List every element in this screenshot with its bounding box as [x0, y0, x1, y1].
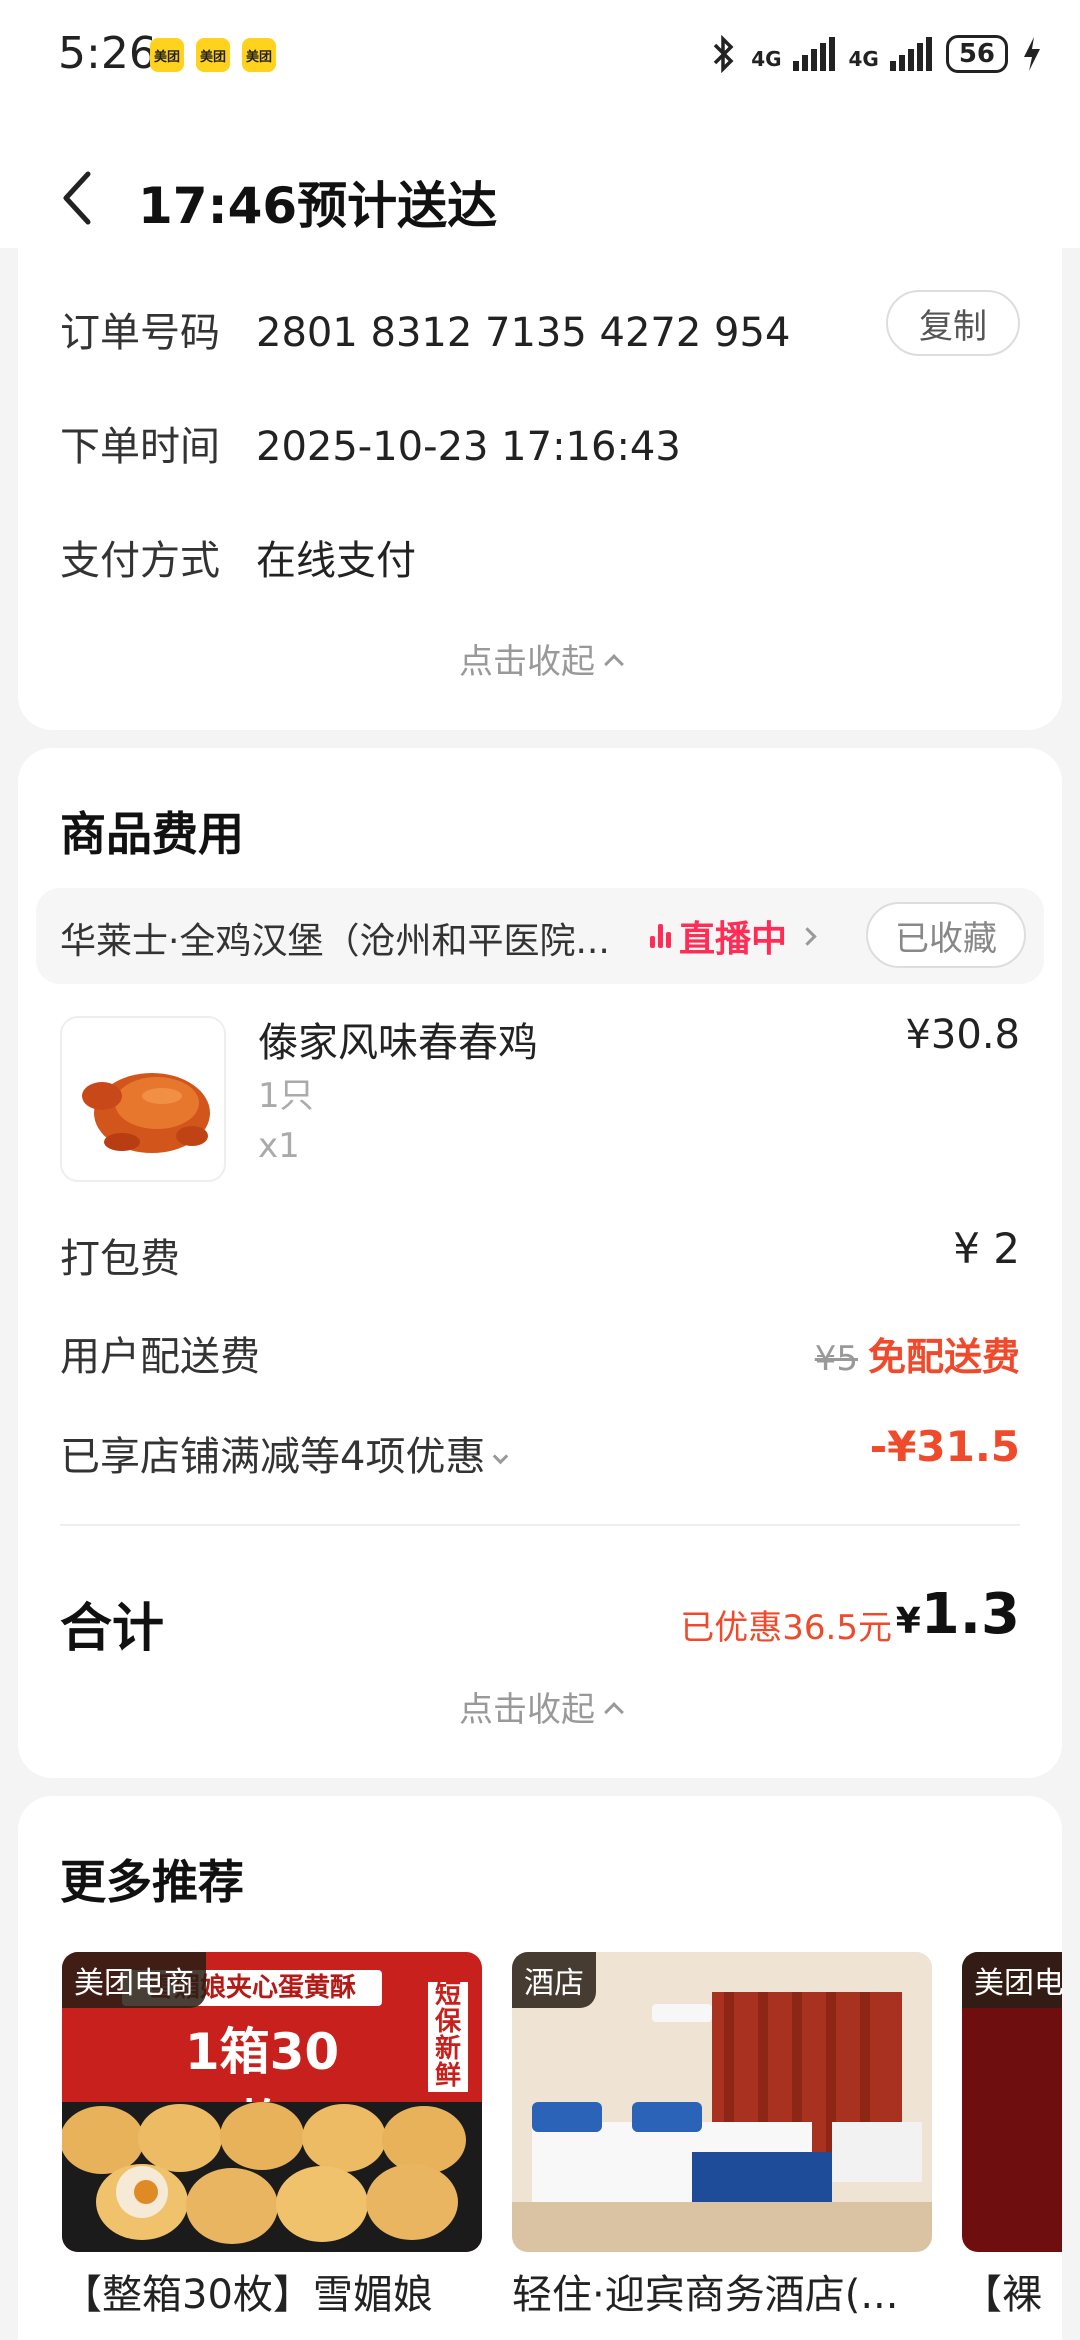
- roast-chicken-image: [82, 1073, 210, 1153]
- recommend-tag: 酒店: [512, 1952, 596, 2008]
- product-price: ¥30.8: [905, 1012, 1020, 1058]
- order-time-value: 2025-10-23 17:16:43: [256, 424, 681, 470]
- back-arrow-icon[interactable]: [58, 168, 98, 228]
- fees-section-title: 商品费用: [60, 807, 244, 861]
- signal-icon: 4G: [849, 37, 932, 71]
- payment-row: 支付方式 在线支付: [60, 528, 416, 586]
- collapse-toggle[interactable]: 点击收起: [18, 1682, 1062, 1731]
- shop-name[interactable]: 华莱士·全鸡汉堡（沧州和平医院...: [60, 912, 610, 964]
- charging-icon: [1024, 37, 1040, 71]
- order-number-label: 订单号码: [60, 310, 220, 356]
- recommend-tag: 美团电: [962, 1952, 1062, 2008]
- chevron-right-icon: [798, 926, 817, 946]
- order-time-row: 下单时间 2025-10-23 17:16:43: [60, 414, 681, 472]
- fees-card: 商品费用 华莱士·全鸡汉堡（沧州和平医院... 直播中 已收藏 傣家风味春春鸡 …: [18, 748, 1062, 1778]
- order-info-card: 订单号码 2801 8312 7135 4272 954 复制 下单时间 2025-…: [18, 210, 1062, 730]
- chevron-up-icon: [604, 654, 624, 674]
- meituan-badge-icon: 美团: [150, 38, 184, 72]
- saved-amount: 已优惠36.5元: [680, 1608, 892, 1648]
- recommend-item[interactable]: 美团电 【裸: [962, 1952, 1062, 2320]
- recommend-image[interactable]: 酒店: [512, 1952, 932, 2252]
- order-time-label: 下单时间: [60, 424, 220, 470]
- recommend-section-title: 更多推荐: [60, 1855, 244, 1909]
- recommend-title[interactable]: 轻住·迎宾商务酒店(...: [512, 2270, 932, 2320]
- delivery-original-price: ¥5: [814, 1339, 858, 1379]
- discount-label: 已享店铺满减等4项优惠: [60, 1434, 486, 1480]
- product-spec: 1只: [258, 1076, 314, 1116]
- system-icons: 4G 4G 56: [711, 32, 1042, 76]
- meituan-badge-icon: 美团: [196, 38, 230, 72]
- recommend-image[interactable]: 美团电: [962, 1952, 1062, 2252]
- recommend-image[interactable]: 雪媚娘夹心蛋黄酥 1箱30枚 短保新鲜 美团电商: [62, 1952, 482, 2252]
- recommend-item[interactable]: 雪媚娘夹心蛋黄酥 1箱30枚 短保新鲜 美团电商 【整箱30枚】雪媚娘: [62, 1952, 482, 2320]
- total-label: 合计: [60, 1599, 165, 1659]
- chevron-up-icon: [604, 1702, 624, 1722]
- payment-label: 支付方式: [60, 538, 220, 584]
- copy-button[interactable]: 复制: [886, 290, 1020, 356]
- live-bars-icon: [650, 924, 671, 948]
- meituan-badge-icon: 美团: [242, 38, 276, 72]
- recommend-card: 更多推荐 雪媚娘夹心蛋黄酥 1箱30枚 短保新鲜 美团电商 【整箱30枚: [18, 1796, 1062, 2340]
- favorited-button[interactable]: 已收藏: [866, 902, 1026, 968]
- recommend-title[interactable]: 【裸: [962, 2270, 1062, 2320]
- shop-bar[interactable]: 华莱士·全鸡汉堡（沧州和平医院... 直播中 已收藏: [36, 888, 1044, 984]
- live-indicator[interactable]: 直播中: [650, 910, 817, 962]
- product-quantity: x1: [258, 1126, 300, 1166]
- discount-value: -¥31.5: [869, 1422, 1020, 1471]
- delivery-fee-value: ¥5 免配送费: [815, 1326, 1020, 1381]
- recommend-item[interactable]: 酒店 轻住·迎宾商务酒店(...: [512, 1952, 932, 2320]
- total-amount: ¥1.3: [895, 1582, 1020, 1647]
- signal-icon: 4G: [751, 37, 835, 71]
- order-number-value: 2801 8312 7135 4272 954: [256, 310, 791, 356]
- page-title: 17:46预计送达: [138, 177, 498, 235]
- recommend-title[interactable]: 【整箱30枚】雪媚娘: [62, 2270, 482, 2320]
- bluetooth-icon: [713, 35, 734, 73]
- status-time: 5:26: [58, 28, 157, 79]
- divider: [60, 1524, 1020, 1526]
- product-image[interactable]: [60, 1016, 226, 1182]
- free-delivery-label: 免配送费: [867, 1335, 1020, 1379]
- order-number-row: 订单号码 2801 8312 7135 4272 954: [60, 300, 790, 358]
- payment-value: 在线支付: [256, 538, 416, 584]
- discount-row[interactable]: 已享店铺满减等4项优惠: [60, 1424, 509, 1482]
- packing-fee-label: 打包费: [60, 1236, 180, 1282]
- battery-icon: 56: [945, 35, 1008, 73]
- recommend-tag: 美团电商: [62, 1952, 206, 2008]
- top-bar: 5:26 美团 美团 美团 4G 4G 56 17:46预计送达: [0, 0, 1080, 248]
- product-name[interactable]: 傣家风味春春鸡: [258, 1010, 538, 1068]
- chevron-down-icon: [493, 1448, 509, 1465]
- packing-fee-value: ¥ 2: [953, 1224, 1020, 1273]
- collapse-toggle[interactable]: 点击收起: [18, 634, 1062, 683]
- delivery-fee-label: 用户配送费: [60, 1334, 260, 1380]
